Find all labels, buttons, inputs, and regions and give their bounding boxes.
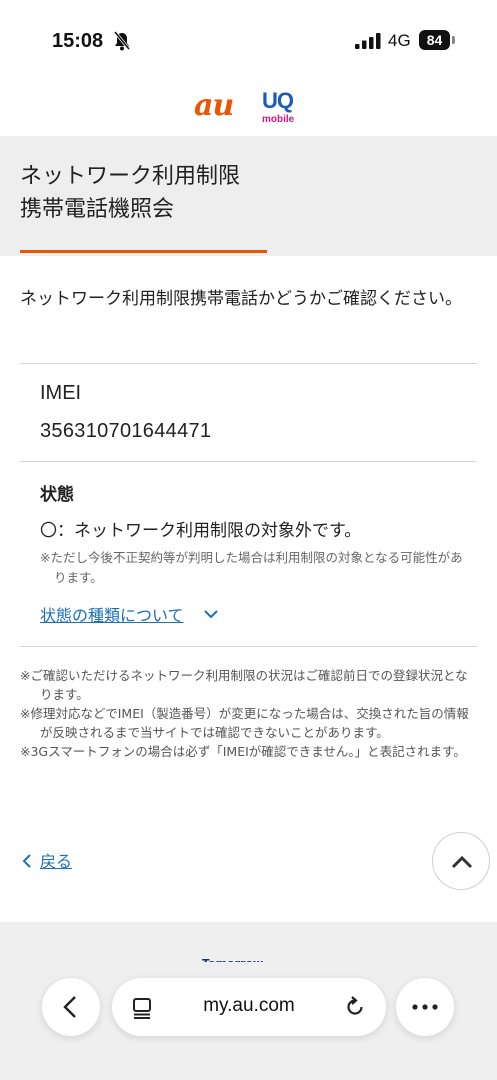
divider [20, 461, 477, 462]
divider [20, 646, 477, 647]
bell-off-icon [113, 31, 131, 51]
back-link-label: 戻る [40, 852, 73, 871]
page-title-line-1: ネットワーク利用制限 [20, 164, 241, 189]
note-item: ※ご確認いただけるネットワーク利用制限の状況はご確認前日での登録状況となります。 [20, 668, 468, 702]
chevron-down-icon[interactable] [203, 606, 219, 622]
reload-icon[interactable] [344, 996, 366, 1018]
status-bar: 15:08 4G 84 [0, 0, 497, 80]
state-label: 状態 [40, 485, 74, 505]
title-accent-bar [20, 250, 267, 253]
page-title-block: ネットワーク利用制限 携帯電話機照会 [0, 136, 497, 256]
page-title: ネットワーク利用制限 携帯電話機照会 [20, 160, 420, 226]
page-title-line-2: 携帯電話機照会 [20, 197, 175, 222]
note-item: ※修理対応などでIMEI（製造番号）が変更になった場合は、交換された旨の情報が反… [20, 706, 469, 740]
notes-list: ※ご確認いただけるネットワーク利用制限の状況はご確認前日での登録状況となります。… [20, 666, 480, 761]
uq-logo-text: UQ [262, 88, 294, 113]
more-icon [412, 1004, 438, 1010]
state-value: 〇：ネットワーク利用制限の対象外です。 [40, 521, 362, 541]
uq-mobile-logo[interactable]: UQ mobile [262, 88, 302, 126]
battery-level: 84 [419, 30, 450, 50]
chevron-left-icon [22, 854, 31, 868]
browser-more-button[interactable] [396, 978, 454, 1036]
status-time: 15:08 [52, 30, 104, 52]
intro-text: ネットワーク利用制限携帯電話かどうかご確認ください。 [20, 289, 462, 309]
imei-label: IMEI [40, 382, 82, 404]
divider [20, 363, 477, 364]
chevron-up-icon [451, 855, 473, 869]
signal-icon [355, 33, 381, 49]
address-bar[interactable]: my.au.com [112, 978, 386, 1036]
battery-icon: 84 [419, 30, 455, 50]
scroll-to-top-button[interactable] [432, 832, 490, 890]
uq-logo-subtext: mobile [262, 114, 295, 125]
site-header: au UQ mobile [0, 80, 497, 136]
note-item: ※3Gスマートフォンの場合は必ず「IMEIが確認できません。」と表記されます。 [20, 744, 466, 759]
back-link[interactable]: 戻る [20, 848, 72, 872]
network-type: 4G [388, 31, 411, 50]
footer-tagline: Tomorrow, Together [202, 952, 322, 962]
imei-value: 356310701644471 [40, 420, 212, 442]
au-logo[interactable]: au [194, 88, 234, 123]
browser-back-button[interactable] [42, 978, 100, 1036]
state-types-link[interactable]: 状態の種類について [40, 602, 184, 626]
chevron-left-icon [63, 996, 76, 1018]
state-note: ※ただし今後不正契約等が判明した場合は利用制限の対象となる可能性があります。 [40, 550, 463, 585]
